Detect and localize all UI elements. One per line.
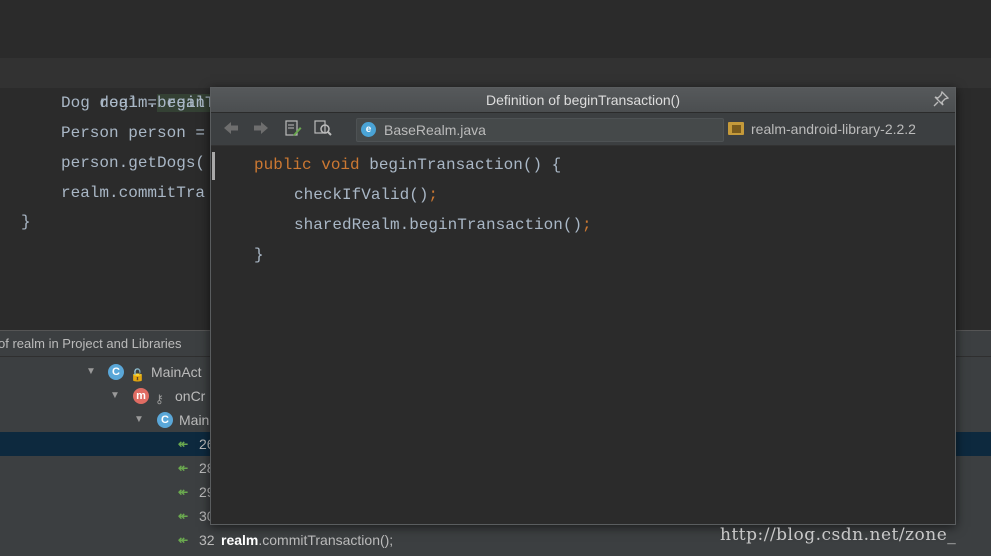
code-line-4[interactable]: person.getDogs( bbox=[61, 148, 205, 178]
library-folder-icon bbox=[728, 122, 744, 135]
expand-arrow-icon[interactable]: ▼ bbox=[86, 360, 96, 384]
code-semicolon: ; bbox=[428, 186, 439, 204]
find-usages-icon[interactable] bbox=[313, 119, 333, 139]
file-name: BaseRealm.java bbox=[384, 122, 486, 138]
code-token: checkIfValid() bbox=[294, 186, 429, 204]
popup-title-bar[interactable]: Definition of beginTransaction() bbox=[211, 88, 955, 112]
class-icon: C bbox=[157, 412, 173, 428]
code-token: sharedRealm.beginTransaction() bbox=[294, 216, 583, 234]
code-line-2[interactable]: Dog dog1 = real bbox=[61, 88, 205, 118]
expand-arrow-icon[interactable]: ▼ bbox=[110, 384, 120, 408]
edit-source-icon[interactable] bbox=[283, 119, 303, 139]
code-line-3[interactable]: Person person = bbox=[61, 118, 215, 148]
forward-arrow-icon[interactable] bbox=[251, 119, 271, 139]
popup-toolbar: e BaseRealm.java realm-android-library-2… bbox=[211, 113, 955, 146]
usage-write-icon: ↞ bbox=[178, 485, 189, 499]
popup-code-line-2: checkIfValid(); bbox=[294, 180, 438, 210]
popup-code-line-3: sharedRealm.beginTransaction(); bbox=[294, 210, 592, 240]
popup-code-line-1: public void beginTransaction() { bbox=[254, 150, 561, 180]
code-line-6[interactable]: } bbox=[21, 207, 31, 237]
usage-write-icon: ↞ bbox=[178, 533, 189, 547]
code-line-5[interactable]: realm.commitTra bbox=[61, 178, 205, 208]
usage-snippet: realm.commitTransaction(); bbox=[221, 528, 393, 552]
popup-code-line-4: } bbox=[254, 246, 264, 264]
method-icon: m bbox=[133, 388, 149, 404]
usage-write-icon: ↞ bbox=[178, 437, 189, 451]
pin-icon[interactable] bbox=[933, 90, 950, 107]
usage-match: realm bbox=[221, 532, 259, 548]
usage-write-icon: ↞ bbox=[178, 509, 189, 523]
code-keyword: public void bbox=[254, 156, 370, 174]
file-path-field[interactable]: e BaseRealm.java bbox=[356, 118, 724, 142]
popup-code-view[interactable]: public void beginTransaction() { checkIf… bbox=[211, 146, 955, 524]
back-arrow-icon[interactable] bbox=[221, 119, 241, 139]
popup-title: Definition of beginTransaction() bbox=[485, 92, 681, 108]
tree-row-label: Main bbox=[179, 412, 210, 428]
code-token: beginTransaction() { bbox=[369, 156, 562, 174]
java-file-icon: e bbox=[361, 122, 376, 137]
usages-title: of realm in Project and Libraries bbox=[0, 336, 182, 351]
definition-popup[interactable]: Definition of beginTransaction() e BaseR… bbox=[210, 87, 956, 525]
expand-arrow-icon[interactable]: ▼ bbox=[134, 408, 144, 432]
tree-row-label: onCr bbox=[175, 388, 206, 404]
scroll-marker bbox=[212, 152, 215, 180]
line-number: 32 bbox=[199, 532, 215, 548]
library-name: realm-android-library-2.2.2 bbox=[751, 121, 916, 137]
usage-write-icon: ↞ bbox=[178, 461, 189, 475]
code-semicolon: ; bbox=[582, 216, 592, 234]
code-line-1[interactable]: realm.beginTransaction(); bbox=[61, 58, 339, 112]
tree-row-label: MainAct bbox=[151, 364, 202, 380]
usage-rest: .commitTransaction(); bbox=[258, 532, 394, 548]
watermark: http://blog.csdn.net/zone_ bbox=[720, 525, 957, 545]
class-icon: C bbox=[108, 364, 124, 380]
